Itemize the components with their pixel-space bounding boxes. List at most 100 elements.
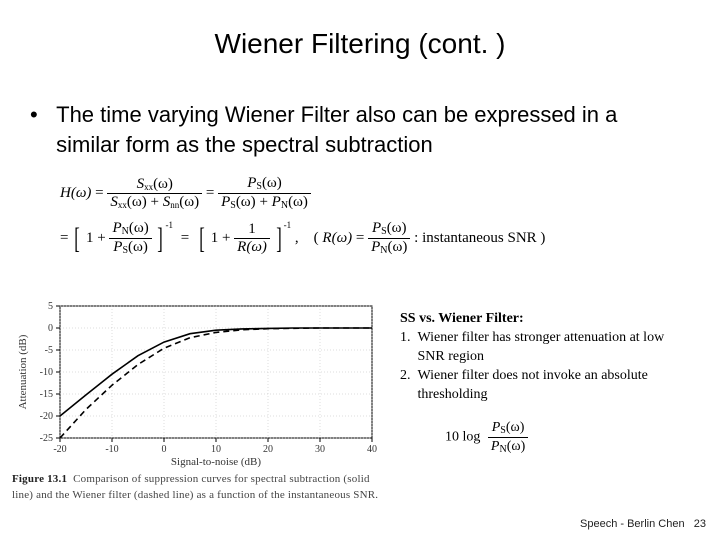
eq-w4: (ω) — [262, 175, 282, 191]
eq-one2: 1 — [211, 230, 219, 246]
svg-text:0: 0 — [162, 444, 167, 455]
eq-ps1: P — [247, 175, 256, 191]
figure-caption: Figure 13.1 Comparison of suppression cu… — [12, 472, 382, 504]
side-note-heading: SS vs. Wiener Filter: — [400, 310, 700, 329]
eq-equals5: = — [356, 230, 364, 246]
eq-w7: (ω) — [129, 220, 149, 236]
side-note-item-2: 2. Wiener filter does not invoke an abso… — [400, 367, 700, 405]
eq-equals4: = — [181, 230, 189, 246]
eq-frac-1r: 1 R(ω) — [234, 222, 270, 255]
footer-text: Speech - Berlin Chen — [580, 518, 685, 530]
eq-ps2: P — [221, 194, 230, 210]
page-title: Wiener Filtering (cont. ) — [0, 28, 720, 60]
eq-xx-sub: xx — [144, 182, 153, 192]
eq-pn3: P — [371, 239, 380, 255]
eq-frac-ps: PS(ω) PS(ω) + PN(ω) — [218, 176, 311, 211]
eq-w1: (ω) — [153, 176, 173, 192]
side-note: SS vs. Wiener Filter: 1. Wiener filter h… — [400, 310, 700, 404]
se-w1: (ω) — [506, 420, 525, 435]
eq-one3: 1 — [234, 222, 270, 239]
bullet-block: • The time varying Wiener Filter also ca… — [30, 100, 690, 159]
eq-rbracket2: ] — [276, 224, 282, 254]
svg-text:40: 40 — [367, 444, 377, 455]
svg-text:Signal-to-noise (dB): Signal-to-noise (dB) — [171, 456, 261, 468]
eq-pn1: P — [272, 194, 281, 210]
eq-sxx2: S — [110, 194, 118, 210]
eq-nn-sub: nn — [170, 200, 179, 210]
eq-neg1a: -1 — [165, 220, 173, 230]
eq-snr-label: : instantaneous SNR — [414, 230, 537, 246]
page-number: 23 — [694, 518, 706, 530]
equation-row-1: H(ω) = Sxx(ω) Sxx(ω) + Snn(ω) = PS(ω) PS… — [60, 176, 660, 211]
eq-sxx: S — [137, 176, 145, 192]
figure: -20-10010203040-25-20-15-10-505Signal-to… — [12, 298, 382, 504]
tenlog: 10 log — [445, 430, 480, 445]
side-note-text-1: Wiener filter has stronger attenuation a… — [418, 329, 688, 367]
se-nsub: N — [499, 444, 506, 455]
eq-frac-snr: PS(ω) PN(ω) — [368, 221, 410, 256]
eq-comma: , — [295, 230, 299, 246]
eq-equals2: = — [206, 185, 214, 201]
footer: Speech - Berlin Chen 23 — [580, 518, 706, 530]
se-w2: (ω) — [507, 439, 526, 454]
eq-frac-sxx: Sxx(ω) Sxx(ω) + Snn(ω) — [107, 177, 202, 210]
bullet-text: The time varying Wiener Filter also can … — [56, 100, 686, 159]
svg-text:-20: -20 — [40, 411, 53, 422]
eq-lbracket2: [ — [199, 224, 205, 254]
svg-text:-10: -10 — [105, 444, 118, 455]
eq-nsub1: N — [281, 200, 288, 211]
svg-text:-5: -5 — [45, 345, 53, 356]
eq-lparen: ( — [314, 230, 319, 246]
side-note-text-2: Wiener filter does not invoke an absolut… — [418, 367, 688, 405]
figure-label: Figure 13.1 — [12, 473, 67, 485]
eq-ps4: P — [372, 220, 381, 236]
svg-text:30: 30 — [315, 444, 325, 455]
eq-plus1: + — [151, 194, 159, 210]
eq-plus2: + — [259, 194, 267, 210]
eq-w5: (ω) — [236, 194, 256, 210]
eq-pn2: P — [112, 220, 121, 236]
svg-text:20: 20 — [263, 444, 273, 455]
equation-row-2: = [ 1 + PN(ω) PS(ω) ]-1 = [ 1 + 1 R(ω) ]… — [60, 221, 660, 256]
side-note-num-2: 2. — [400, 367, 414, 386]
svg-text:5: 5 — [48, 301, 53, 312]
eq-w6: (ω) — [288, 194, 308, 210]
eq-nsub3: N — [380, 245, 387, 256]
eq-plus4: + — [222, 230, 230, 246]
svg-text:Attenuation (dB): Attenuation (dB) — [17, 334, 29, 409]
side-note-item-1: 1. Wiener filter has stronger attenuatio… — [400, 329, 700, 367]
attenuation-chart: -20-10010203040-25-20-15-10-505Signal-to… — [12, 298, 382, 468]
eq-w8: (ω) — [128, 239, 148, 255]
eq-rbracket1: ] — [158, 224, 164, 254]
eq-w10: (ω) — [388, 239, 408, 255]
eq-xx-sub2: xx — [118, 200, 127, 210]
eq-equals: = — [95, 185, 103, 201]
side-frac: PS(ω) PN(ω) — [488, 420, 528, 455]
eq-neg1b: -1 — [284, 220, 292, 230]
eq-w2: (ω) — [127, 194, 147, 210]
se-ps: P — [492, 420, 501, 435]
eq-rparen: ) — [540, 230, 545, 246]
bullet-marker: • — [30, 100, 50, 130]
svg-text:0: 0 — [48, 323, 53, 334]
svg-text:-15: -15 — [40, 389, 53, 400]
eq-w3: (ω) — [179, 194, 199, 210]
eq-lbracket1: [ — [74, 224, 80, 254]
eq-Rw: R(ω) — [237, 239, 267, 255]
side-note-num-1: 1. — [400, 329, 414, 348]
eq-H: H(ω) — [60, 185, 91, 201]
eq-equals3: = — [60, 230, 68, 246]
side-equation: 10 log PS(ω) PN(ω) — [445, 420, 528, 455]
eq-one1: 1 — [86, 230, 94, 246]
slide: Wiener Filtering (cont. ) • The time var… — [0, 0, 720, 540]
equation-block: H(ω) = Sxx(ω) Sxx(ω) + Snn(ω) = PS(ω) PS… — [60, 170, 660, 262]
eq-w9: (ω) — [387, 220, 407, 236]
figure-caption-text: Comparison of suppression curves for spe… — [12, 473, 378, 501]
eq-frac-pnps: PN(ω) PS(ω) — [109, 221, 151, 256]
svg-text:-20: -20 — [53, 444, 66, 455]
eq-plus3: + — [97, 230, 105, 246]
svg-text:-10: -10 — [40, 367, 53, 378]
eq-Rw2: R(ω) — [322, 230, 352, 246]
svg-text:10: 10 — [211, 444, 221, 455]
eq-nsub2: N — [122, 226, 129, 237]
